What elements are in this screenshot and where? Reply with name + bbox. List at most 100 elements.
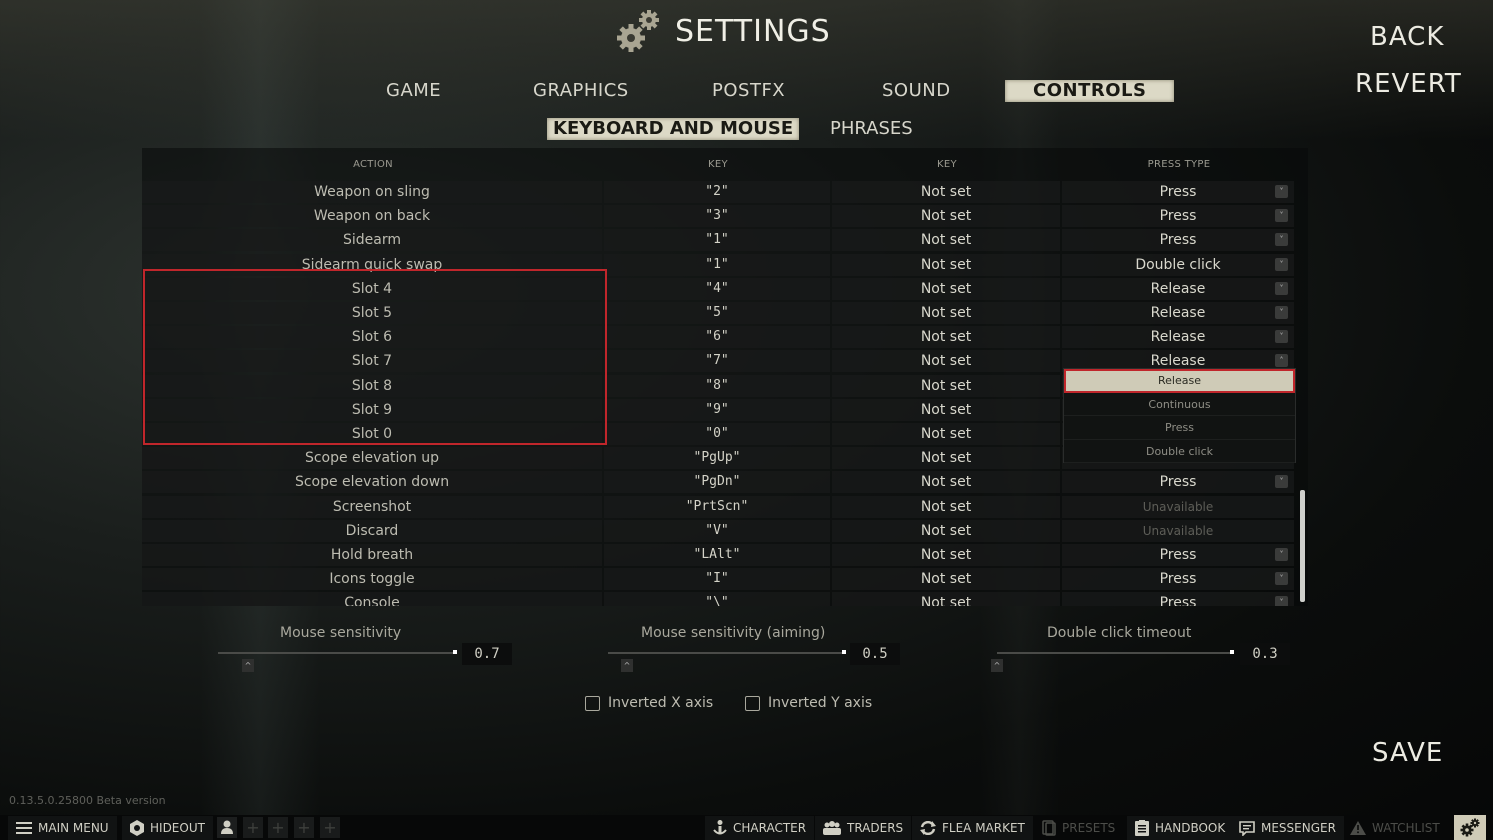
add-slot-icon[interactable]: + bbox=[320, 817, 340, 838]
secondary-key-binding[interactable]: Not set bbox=[832, 495, 1060, 518]
primary-key-binding[interactable]: "3" bbox=[604, 205, 830, 228]
secondary-key-binding[interactable]: Not set bbox=[832, 302, 1060, 325]
slider-track[interactable] bbox=[608, 652, 846, 654]
primary-key-binding[interactable]: "7" bbox=[604, 350, 830, 373]
primary-key-binding[interactable]: "0" bbox=[604, 422, 830, 445]
slider-handle[interactable] bbox=[453, 650, 457, 654]
secondary-key-binding[interactable]: Not set bbox=[832, 422, 1060, 445]
press-type-select[interactable]: Release ˅ bbox=[1062, 302, 1294, 325]
main-menu-button[interactable]: MAIN MENU bbox=[8, 816, 117, 840]
primary-key-binding[interactable]: "V" bbox=[604, 519, 830, 542]
slider-value[interactable]: 0.3 bbox=[1240, 643, 1290, 665]
press-type-select[interactable]: Press ˅ bbox=[1062, 543, 1294, 566]
user-icon[interactable] bbox=[217, 817, 237, 838]
press-type-select[interactable]: Release ˅ bbox=[1062, 277, 1294, 300]
primary-key-binding[interactable]: "8" bbox=[604, 374, 830, 397]
primary-key-binding[interactable]: "1" bbox=[604, 253, 830, 276]
chevron-down-icon[interactable]: ˅ bbox=[1275, 306, 1288, 320]
dropdown-option-release[interactable]: Release bbox=[1064, 369, 1295, 393]
flea-market-button[interactable]: FLEA MARKET bbox=[912, 816, 1033, 840]
secondary-key-binding[interactable]: Not set bbox=[832, 253, 1060, 276]
secondary-key-binding[interactable]: Not set bbox=[832, 519, 1060, 542]
secondary-key-binding[interactable]: Not set bbox=[832, 350, 1060, 373]
checkbox-box[interactable] bbox=[745, 695, 760, 711]
primary-key-binding[interactable]: "PgUp" bbox=[604, 447, 830, 470]
dropdown-option-continuous[interactable]: Continuous bbox=[1064, 393, 1295, 416]
dropdown-option-press[interactable]: Press bbox=[1064, 416, 1295, 440]
add-slot-icon[interactable]: + bbox=[243, 817, 263, 838]
chevron-down-icon[interactable]: ˅ bbox=[1275, 209, 1288, 223]
add-slot-icon[interactable]: + bbox=[294, 817, 314, 838]
secondary-key-binding[interactable]: Not set bbox=[832, 543, 1060, 566]
slider-value[interactable]: 0.7 bbox=[462, 643, 512, 665]
slider-handle[interactable] bbox=[842, 650, 846, 654]
subtab-phrases[interactable]: PHRASES bbox=[830, 118, 913, 140]
dropdown-option-double-click[interactable]: Double click bbox=[1064, 440, 1295, 463]
chevron-up-icon[interactable]: ˄ bbox=[1275, 354, 1288, 368]
secondary-key-binding[interactable]: Not set bbox=[832, 229, 1060, 252]
primary-key-binding[interactable]: "LAlt" bbox=[604, 543, 830, 566]
chevron-down-icon[interactable]: ˅ bbox=[1275, 596, 1288, 606]
secondary-key-binding[interactable]: Not set bbox=[832, 471, 1060, 494]
chevron-down-icon[interactable]: ˅ bbox=[1275, 281, 1288, 295]
chevron-up-icon[interactable]: ^ bbox=[621, 659, 633, 672]
primary-key-binding[interactable]: "5" bbox=[604, 302, 830, 325]
secondary-key-binding[interactable]: Not set bbox=[832, 277, 1060, 300]
chevron-down-icon[interactable]: ˅ bbox=[1275, 547, 1288, 561]
presets-button[interactable]: PRESETS bbox=[1034, 816, 1123, 840]
slider-handle[interactable] bbox=[1230, 650, 1234, 654]
press-type-select[interactable]: Press ˅ bbox=[1062, 205, 1294, 228]
primary-key-binding[interactable]: "PgDn" bbox=[604, 471, 830, 494]
slider-track[interactable] bbox=[997, 652, 1233, 654]
hideout-button[interactable]: HIDEOUT bbox=[122, 816, 213, 840]
tab-sound[interactable]: SOUND bbox=[882, 80, 951, 102]
primary-key-binding[interactable]: "4" bbox=[604, 277, 830, 300]
secondary-key-binding[interactable]: Not set bbox=[832, 181, 1060, 204]
primary-key-binding[interactable]: "2" bbox=[604, 181, 830, 204]
inverted-y-axis-checkbox[interactable]: Inverted Y axis bbox=[745, 695, 872, 711]
chevron-up-icon[interactable]: ^ bbox=[242, 659, 254, 672]
chevron-down-icon[interactable]: ˅ bbox=[1275, 330, 1288, 344]
secondary-key-binding[interactable]: Not set bbox=[832, 374, 1060, 397]
inverted-x-axis-checkbox[interactable]: Inverted X axis bbox=[585, 695, 713, 711]
add-slot-icon[interactable]: + bbox=[268, 817, 288, 838]
messenger-button[interactable]: MESSENGER bbox=[1231, 816, 1344, 840]
save-button[interactable]: SAVE bbox=[1372, 738, 1443, 768]
chevron-down-icon[interactable]: ˅ bbox=[1275, 257, 1288, 271]
secondary-key-binding[interactable]: Not set bbox=[832, 398, 1060, 421]
primary-key-binding[interactable]: "9" bbox=[604, 398, 830, 421]
chevron-down-icon[interactable]: ˅ bbox=[1275, 185, 1288, 199]
primary-key-binding[interactable]: "\" bbox=[604, 592, 830, 606]
primary-key-binding[interactable]: "I" bbox=[604, 568, 830, 591]
tab-postfx[interactable]: POSTFX bbox=[712, 80, 785, 102]
slider-value[interactable]: 0.5 bbox=[850, 643, 900, 665]
settings-button[interactable] bbox=[1454, 815, 1486, 840]
press-type-select[interactable]: Press ˅ bbox=[1062, 568, 1294, 591]
checkbox-box[interactable] bbox=[585, 695, 600, 711]
secondary-key-binding[interactable]: Not set bbox=[832, 326, 1060, 349]
secondary-key-binding[interactable]: Not set bbox=[832, 568, 1060, 591]
secondary-key-binding[interactable]: Not set bbox=[832, 205, 1060, 228]
back-button[interactable]: BACK bbox=[1370, 22, 1444, 52]
tab-graphics[interactable]: GRAPHICS bbox=[533, 80, 629, 102]
chevron-down-icon[interactable]: ˅ bbox=[1275, 572, 1288, 586]
chevron-up-icon[interactable]: ^ bbox=[991, 659, 1003, 672]
slider-track[interactable] bbox=[218, 652, 456, 654]
subtab-keyboard-and-mouse[interactable]: KEYBOARD AND MOUSE bbox=[547, 118, 800, 140]
handbook-button[interactable]: HANDBOOK bbox=[1127, 816, 1234, 840]
revert-button[interactable]: REVERT bbox=[1355, 69, 1462, 99]
primary-key-binding[interactable]: "6" bbox=[604, 326, 830, 349]
secondary-key-binding[interactable]: Not set bbox=[832, 447, 1060, 470]
chevron-down-icon[interactable]: ˅ bbox=[1275, 233, 1288, 247]
traders-button[interactable]: TRADERS bbox=[815, 816, 912, 840]
press-type-select[interactable]: Release ˅ bbox=[1062, 326, 1294, 349]
character-button[interactable]: CHARACTER bbox=[705, 816, 815, 840]
secondary-key-binding[interactable]: Not set bbox=[832, 592, 1060, 606]
primary-key-binding[interactable]: "PrtScn" bbox=[604, 495, 830, 518]
press-type-select[interactable]: Press ˅ bbox=[1062, 181, 1294, 204]
press-type-select[interactable]: Press ˅ bbox=[1062, 592, 1294, 606]
press-type-select[interactable]: Press ˅ bbox=[1062, 229, 1294, 252]
primary-key-binding[interactable]: "1" bbox=[604, 229, 830, 252]
watchlist-button[interactable]: WATCHLIST bbox=[1342, 816, 1448, 840]
tab-game[interactable]: GAME bbox=[386, 80, 441, 102]
